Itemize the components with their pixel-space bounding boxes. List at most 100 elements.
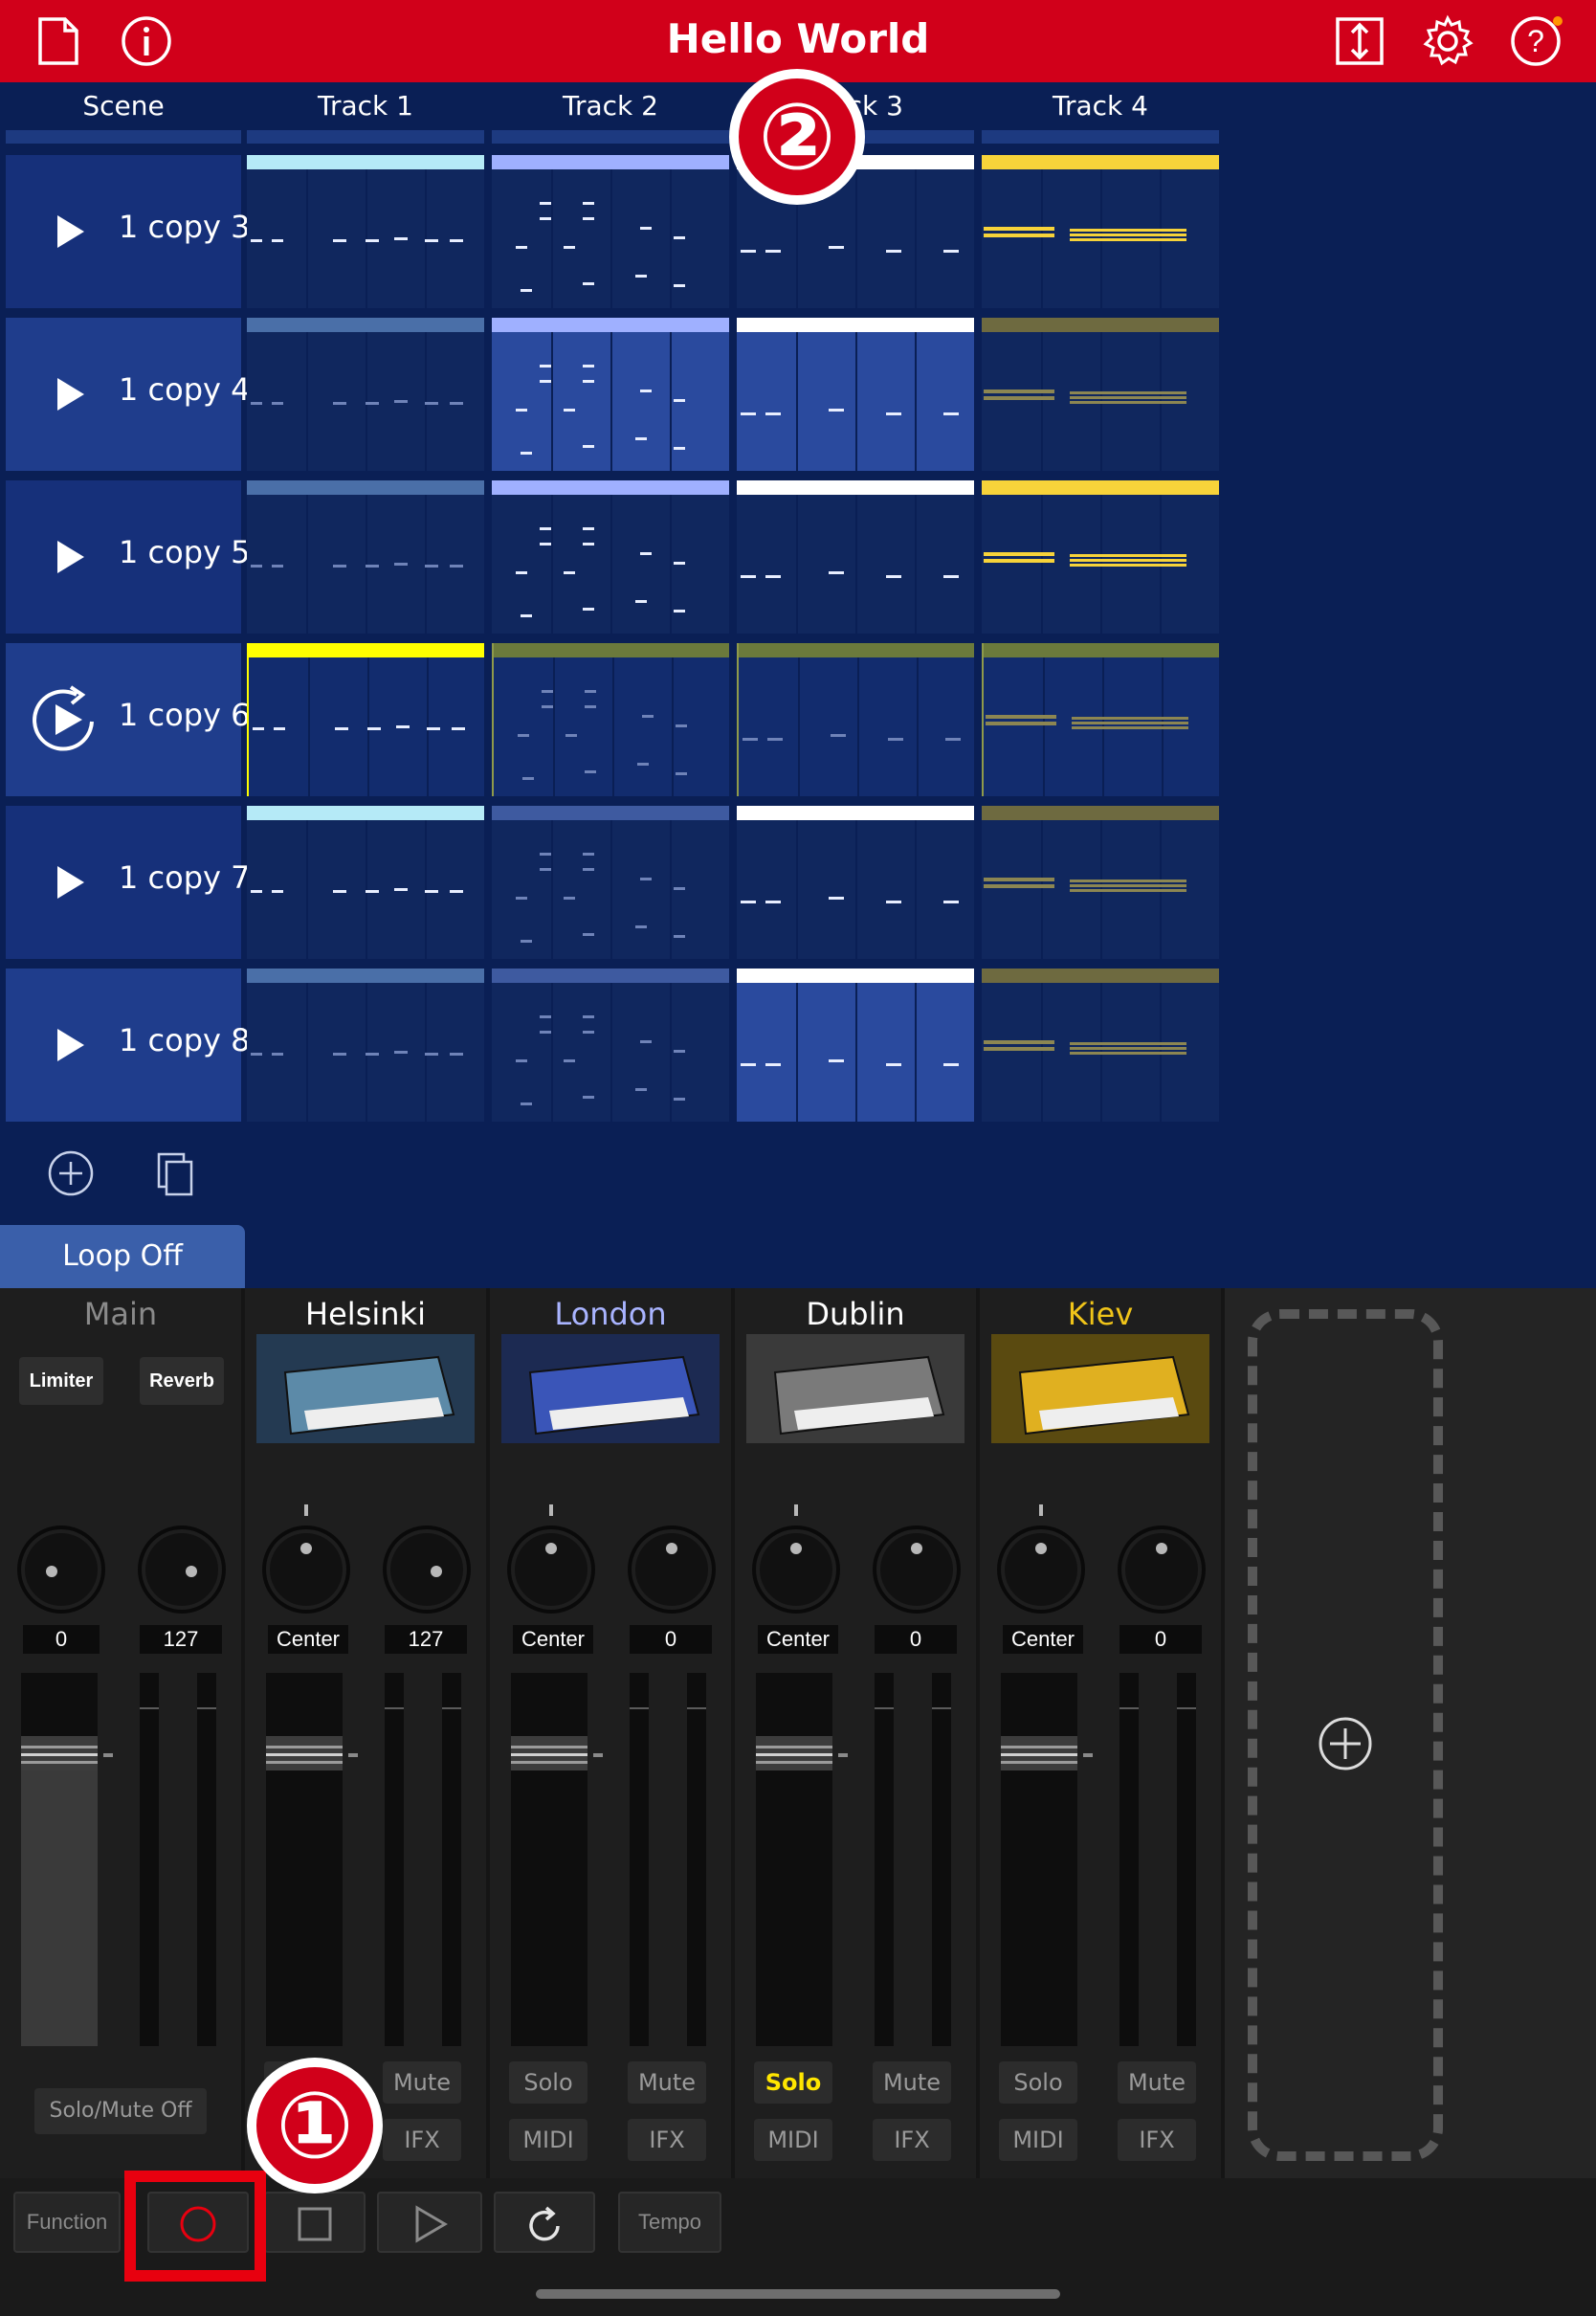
app-root: Hello World ? Scene Track 1 Track 2 Trac… — [0, 0, 1596, 2316]
loop-button[interactable] — [494, 2192, 595, 2253]
strip-name[interactable]: London — [490, 1296, 731, 1332]
midi-button[interactable]: MIDI — [509, 2119, 587, 2161]
scene-row[interactable]: 1 copy 3 — [6, 155, 250, 308]
midi-button[interactable]: MIDI — [999, 2119, 1077, 2161]
ifx-button[interactable]: IFX — [873, 2119, 951, 2161]
ifx-button[interactable]: IFX — [1118, 2119, 1196, 2161]
volume-fader[interactable] — [756, 1673, 832, 2046]
strip-name[interactable]: Dublin — [735, 1296, 976, 1332]
solo-button[interactable]: Solo — [999, 2061, 1077, 2104]
scene-loop-playing-icon[interactable] — [27, 681, 103, 758]
clip-track-1[interactable] — [247, 480, 484, 634]
header-track-2[interactable]: Track 2 — [492, 90, 729, 122]
clip-track-3[interactable] — [737, 480, 974, 634]
scene-play-icon[interactable] — [52, 1021, 90, 1069]
help-icon[interactable]: ? — [1508, 13, 1563, 69]
clip-track-1[interactable] — [247, 155, 484, 308]
scene-play-icon[interactable] — [52, 370, 90, 418]
header-track-4[interactable]: Track 4 — [982, 90, 1219, 122]
reverb-button[interactable]: Reverb — [140, 1357, 224, 1405]
clip-track-4[interactable] — [982, 318, 1219, 471]
scene-play-icon[interactable] — [52, 858, 90, 906]
clip-track-2[interactable] — [492, 806, 729, 959]
clip-track-4[interactable] — [982, 480, 1219, 634]
duplicate-scene-button[interactable] — [145, 1145, 203, 1202]
ifx-button[interactable]: IFX — [383, 2119, 461, 2161]
header-track-1[interactable]: Track 1 — [247, 90, 484, 122]
clip-track-3[interactable] — [737, 806, 974, 959]
strip-name[interactable]: Kiev — [980, 1296, 1221, 1332]
pan-knob[interactable] — [505, 1504, 597, 1615]
vol-knob[interactable] — [136, 1524, 228, 1615]
fader-handle[interactable] — [511, 1732, 603, 1774]
stop-button[interactable] — [264, 2192, 366, 2253]
clip-track-4[interactable] — [982, 969, 1219, 1122]
instrument-thumbnail[interactable] — [991, 1334, 1209, 1443]
level-meter — [630, 1673, 649, 2046]
mute-button[interactable]: Mute — [873, 2061, 951, 2104]
fader-handle[interactable] — [756, 1732, 848, 1774]
scene-row[interactable]: 1 copy 7 — [6, 806, 250, 959]
clip-track-2[interactable] — [492, 643, 729, 796]
pan-knob[interactable] — [15, 1524, 107, 1615]
clip-track-2[interactable] — [492, 155, 729, 308]
clip-track-3[interactable] — [737, 643, 974, 796]
clip-track-2[interactable] — [492, 318, 729, 471]
volume-fader[interactable] — [511, 1673, 587, 2046]
vol-knob[interactable] — [1116, 1524, 1208, 1615]
solo-button[interactable]: Solo — [754, 2061, 832, 2104]
solo-button[interactable]: Solo — [509, 2061, 587, 2104]
fader-handle[interactable] — [266, 1732, 358, 1774]
clip-track-2[interactable] — [492, 480, 729, 634]
pan-knob[interactable] — [995, 1504, 1087, 1615]
clip-track-1[interactable] — [247, 806, 484, 959]
note-mark — [394, 888, 408, 891]
volume-fader[interactable] — [21, 1673, 98, 2046]
pan-knob[interactable] — [260, 1504, 352, 1615]
tempo-button[interactable]: Tempo — [618, 2192, 721, 2253]
clip-track-3[interactable] — [737, 969, 974, 1122]
scene-play-icon[interactable] — [52, 533, 90, 581]
clip-track-4[interactable] — [982, 155, 1219, 308]
note-mark — [741, 412, 756, 415]
limiter-button[interactable]: Limiter — [19, 1357, 103, 1405]
vol-knob[interactable] — [626, 1524, 718, 1615]
clip-track-1[interactable] — [247, 969, 484, 1122]
function-button[interactable]: Function — [13, 2192, 121, 2253]
scene-row[interactable]: 1 copy 4 — [6, 318, 250, 471]
midi-button[interactable]: MIDI — [754, 2119, 832, 2161]
instrument-thumbnail[interactable] — [256, 1334, 475, 1443]
instrument-thumbnail[interactable] — [746, 1334, 964, 1443]
scroll-strip — [247, 130, 484, 144]
pan-knob[interactable] — [750, 1504, 842, 1615]
solo-mute-off-button[interactable]: Solo/Mute Off — [34, 2088, 207, 2134]
vol-knob[interactable] — [381, 1524, 473, 1615]
strip-name[interactable]: Helsinki — [245, 1296, 486, 1332]
instrument-thumbnail[interactable] — [501, 1334, 720, 1443]
mute-button[interactable]: Mute — [628, 2061, 706, 2104]
import-export-icon[interactable] — [1332, 13, 1387, 69]
add-scene-button[interactable] — [42, 1145, 100, 1202]
ifx-button[interactable]: IFX — [628, 2119, 706, 2161]
scene-row[interactable]: 1 copy 8 — [6, 969, 250, 1122]
play-button[interactable] — [377, 2192, 482, 2253]
loop-off-button[interactable]: Loop Off — [0, 1225, 245, 1288]
fader-handle[interactable] — [21, 1732, 113, 1774]
clip-track-3[interactable] — [737, 318, 974, 471]
mute-button[interactable]: Mute — [383, 2061, 461, 2104]
add-track-slot[interactable] — [1248, 1309, 1443, 2161]
clip-track-4[interactable] — [982, 806, 1219, 959]
scene-row[interactable]: 1 copy 5 — [6, 480, 250, 634]
volume-fader[interactable] — [266, 1673, 343, 2046]
clip-track-2[interactable] — [492, 969, 729, 1122]
scene-play-icon[interactable] — [52, 208, 90, 256]
scene-row[interactable]: 1 copy 6 — [6, 643, 250, 796]
clip-track-1[interactable] — [247, 643, 484, 796]
settings-gear-icon[interactable] — [1420, 13, 1475, 69]
mute-button[interactable]: Mute — [1118, 2061, 1196, 2104]
fader-handle[interactable] — [1001, 1732, 1093, 1774]
clip-track-4[interactable] — [982, 643, 1219, 796]
clip-track-1[interactable] — [247, 318, 484, 471]
vol-knob[interactable] — [871, 1524, 963, 1615]
volume-fader[interactable] — [1001, 1673, 1077, 2046]
